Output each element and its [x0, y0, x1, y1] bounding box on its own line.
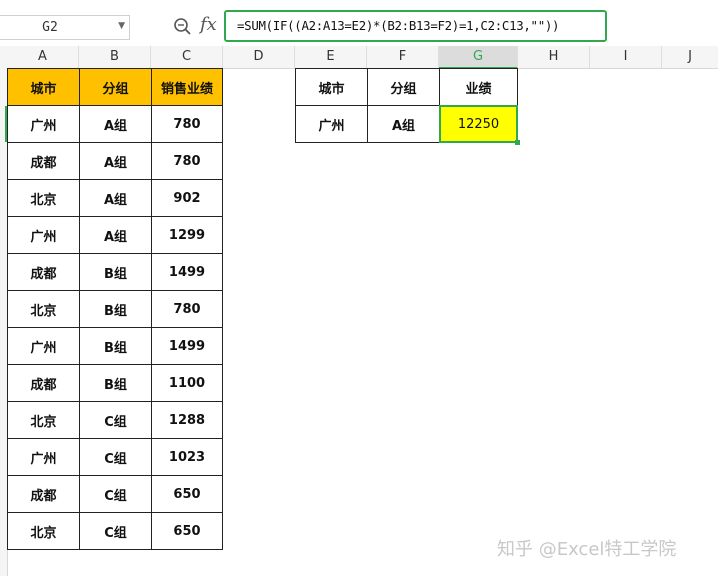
watermark: 知乎 @Excel特工学院 [497, 539, 677, 560]
city-cell[interactable]: 北京 [7, 290, 80, 328]
header-city[interactable]: 城市 [7, 68, 80, 106]
header-group[interactable]: 分组 [79, 68, 152, 106]
header-sales[interactable]: 销售业绩 [151, 68, 223, 106]
sales-cell[interactable]: 780 [151, 105, 223, 143]
sales-cell[interactable]: 650 [151, 475, 223, 513]
sales-cell[interactable]: 650 [151, 512, 223, 550]
name-box-value: G2 [42, 20, 58, 35]
zoom-icon[interactable] [173, 17, 193, 37]
city-cell[interactable]: 北京 [7, 401, 80, 439]
lookup-city-cell[interactable]: 广州 [295, 105, 368, 143]
sales-cell[interactable]: 1499 [151, 253, 223, 291]
sales-cell[interactable]: 1023 [151, 438, 223, 476]
lookup-header-group[interactable]: 分组 [367, 68, 440, 106]
result-cell-g2[interactable]: 12250 [439, 105, 518, 143]
group-cell[interactable]: B组 [79, 327, 152, 365]
group-cell[interactable]: C组 [79, 438, 152, 476]
column-header-a[interactable]: A [7, 46, 79, 68]
column-headers: A B C D E F G H I J [0, 46, 718, 69]
sales-cell[interactable]: 780 [151, 290, 223, 328]
group-cell[interactable]: B组 [79, 253, 152, 291]
sales-cell[interactable]: 1499 [151, 327, 223, 365]
column-header-c[interactable]: C [151, 46, 223, 68]
city-cell[interactable]: 广州 [7, 327, 80, 365]
lookup-group-cell[interactable]: A组 [367, 105, 440, 143]
column-header-i[interactable]: I [590, 46, 662, 68]
city-cell[interactable]: 成都 [7, 253, 80, 291]
name-box[interactable]: G2 ▼ [0, 15, 130, 40]
column-header-f[interactable]: F [367, 46, 439, 68]
group-cell[interactable]: C组 [79, 512, 152, 550]
group-cell[interactable]: A组 [79, 105, 152, 143]
column-header-j[interactable]: J [662, 46, 718, 68]
sales-cell[interactable]: 902 [151, 179, 223, 217]
group-cell[interactable]: C组 [79, 475, 152, 513]
chevron-down-icon[interactable]: ▼ [118, 21, 125, 31]
group-cell[interactable]: B组 [79, 290, 152, 328]
sales-cell[interactable]: 1100 [151, 364, 223, 402]
column-header-g[interactable]: G [439, 46, 518, 69]
group-cell[interactable]: A组 [79, 142, 152, 180]
group-cell[interactable]: B组 [79, 364, 152, 402]
city-cell[interactable]: 成都 [7, 364, 80, 402]
column-header-e[interactable]: E [295, 46, 367, 68]
city-cell[interactable]: 北京 [7, 179, 80, 217]
fill-handle[interactable] [515, 140, 520, 145]
column-header-d[interactable]: D [223, 46, 295, 68]
lookup-header-result[interactable]: 业绩 [439, 68, 518, 106]
formula-input[interactable]: =SUM(IF((A2:A13=E2)*(B2:B13=F2)=1,C2:C13… [224, 10, 607, 42]
column-header-b[interactable]: B [79, 46, 151, 68]
sales-cell[interactable]: 780 [151, 142, 223, 180]
sales-cell[interactable]: 1288 [151, 401, 223, 439]
group-cell[interactable]: A组 [79, 216, 152, 254]
fx-icon[interactable]: fx [200, 14, 217, 35]
lookup-header-city[interactable]: 城市 [295, 68, 368, 106]
city-cell[interactable]: 广州 [7, 105, 80, 143]
city-cell[interactable]: 广州 [7, 438, 80, 476]
city-cell[interactable]: 成都 [7, 475, 80, 513]
column-header-h[interactable]: H [518, 46, 590, 68]
sales-cell[interactable]: 1299 [151, 216, 223, 254]
formula-text: =SUM(IF((A2:A13=E2)*(B2:B13=F2)=1,C2:C13… [237, 18, 560, 33]
city-cell[interactable]: 成都 [7, 142, 80, 180]
group-cell[interactable]: A组 [79, 179, 152, 217]
group-cell[interactable]: C组 [79, 401, 152, 439]
city-cell[interactable]: 广州 [7, 216, 80, 254]
city-cell[interactable]: 北京 [7, 512, 80, 550]
